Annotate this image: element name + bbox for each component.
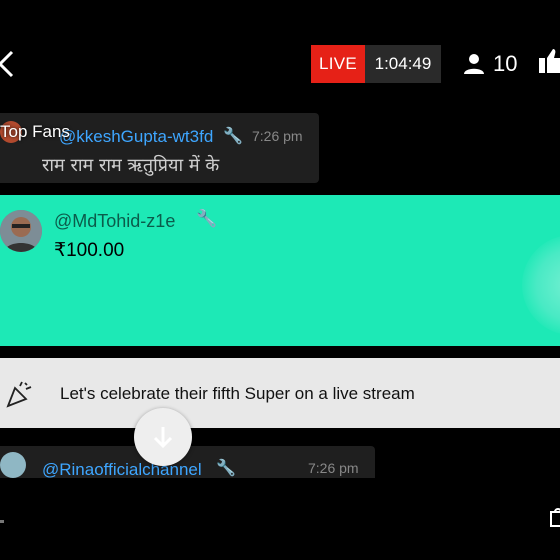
super-chat-author: @MdTohid-z1e (54, 211, 176, 231)
person-icon (464, 54, 484, 74)
super-chat-amount: ₹100.00 (54, 240, 125, 261)
super-chat[interactable]: @MdTohid-z1e 🔧 ₹100.00 (0, 195, 560, 346)
divider (0, 520, 4, 523)
chat-time: 7:26 pm (252, 128, 303, 144)
live-badge: LIVE (311, 45, 365, 83)
arrow-down-icon (153, 427, 173, 449)
wrench-icon: 🔧 (196, 209, 218, 228)
chat-text: राम राम राम ऋतुप्रिया में के (42, 155, 220, 176)
scroll-down-button[interactable] (134, 408, 192, 466)
top-fans-label[interactable]: Top Fans (0, 122, 70, 142)
viewer-count[interactable]: 10 (463, 48, 517, 80)
avatar (0, 210, 42, 252)
party-popper-icon (6, 381, 32, 408)
live-status: LIVE 1:04:49 (311, 45, 441, 83)
wrench-icon: 🔧 (216, 460, 236, 477)
avatar (0, 452, 26, 478)
chat-author: @kkeshGupta-wt3fd (59, 127, 214, 146)
elapsed-time: 1:04:49 (365, 45, 441, 83)
celebrate-banner[interactable]: Let's celebrate their fifth Super on a l… (0, 358, 560, 428)
decorative-glow (522, 235, 560, 335)
shopping-bag-icon[interactable] (549, 506, 560, 528)
top-bar: LIVE 1:04:49 10 (0, 0, 560, 110)
celebrate-text: Let's celebrate their fifth Super on a l… (60, 384, 415, 403)
viewer-count-value: 10 (493, 51, 518, 76)
thumbs-up-icon[interactable] (537, 46, 560, 76)
wrench-icon: 🔧 (223, 128, 243, 145)
chat-time: 7:26 pm (308, 460, 359, 476)
chat-author: @Rinaofficialchannel (42, 460, 202, 478)
back-icon[interactable] (0, 48, 16, 80)
